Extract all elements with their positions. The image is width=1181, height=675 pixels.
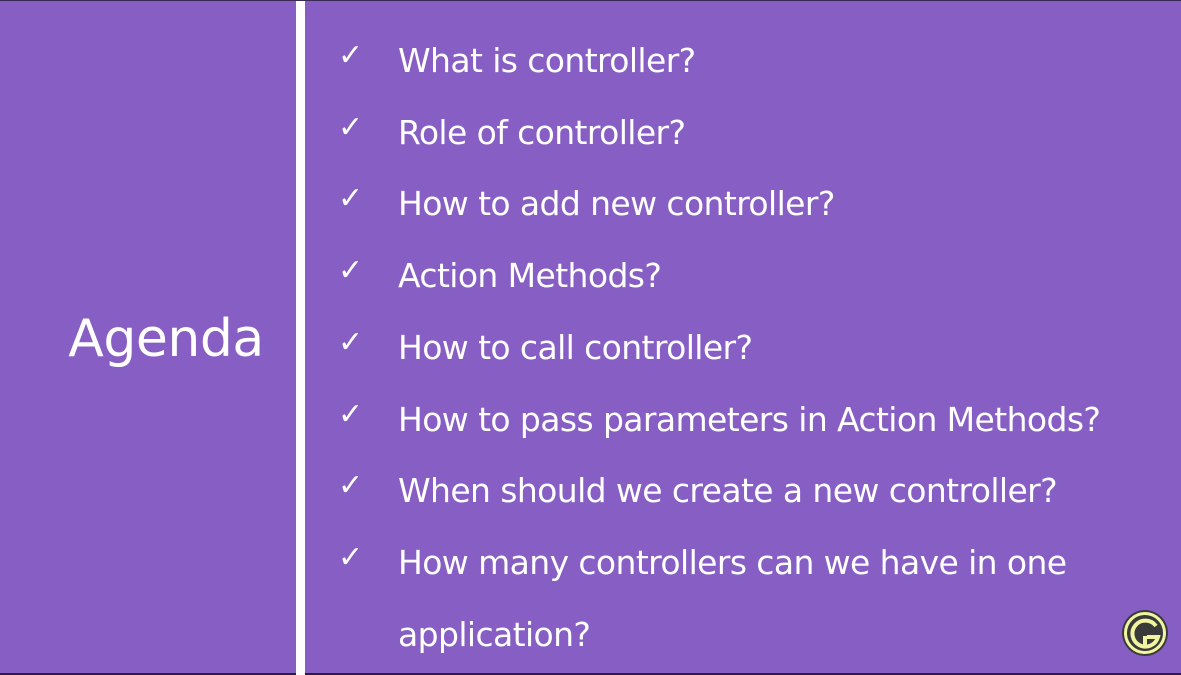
channel-logo-icon[interactable] (1121, 609, 1169, 657)
vertical-divider (296, 1, 305, 675)
check-icon: ✓ (338, 539, 363, 575)
agenda-item-text: How to add new controller? (398, 184, 835, 224)
agenda-item: ✓ How to add new controller? (336, 168, 1156, 240)
agenda-item-text: Role of controller? (398, 112, 686, 152)
agenda-list: ✓ What is controller? ✓ Role of controll… (336, 25, 1156, 670)
check-icon: ✓ (338, 396, 363, 432)
agenda-item-text: Action Methods? (398, 256, 662, 296)
agenda-item-text: How to call controller? (398, 327, 753, 367)
agenda-item-text: How to pass parameters in Action Methods… (398, 399, 1101, 439)
agenda-item: ✓ When should we create a new controller… (336, 455, 1156, 527)
check-icon: ✓ (338, 324, 363, 360)
agenda-item: ✓ How many controllers can we have in on… (336, 527, 1156, 670)
agenda-item: ✓ How to pass parameters in Action Metho… (336, 384, 1156, 456)
agenda-item: ✓ What is controller? (336, 25, 1156, 97)
agenda-item: ✓ Role of controller? (336, 97, 1156, 169)
agenda-item-text: When should we create a new controller? (398, 471, 1058, 511)
agenda-item: ✓ How to call controller? (336, 312, 1156, 384)
agenda-item-text: How many controllers can we have in one … (398, 542, 1067, 654)
slide-title: Agenda (68, 309, 264, 369)
check-icon: ✓ (338, 253, 363, 289)
check-icon: ✓ (338, 109, 363, 145)
check-icon: ✓ (338, 181, 363, 217)
agenda-item-text: What is controller? (398, 41, 696, 80)
check-icon: ✓ (338, 468, 363, 504)
agenda-item: ✓ Action Methods? (336, 240, 1156, 312)
check-icon: ✓ (338, 38, 363, 73)
slide: Agenda ✓ What is controller? ✓ Role of c… (0, 0, 1181, 675)
